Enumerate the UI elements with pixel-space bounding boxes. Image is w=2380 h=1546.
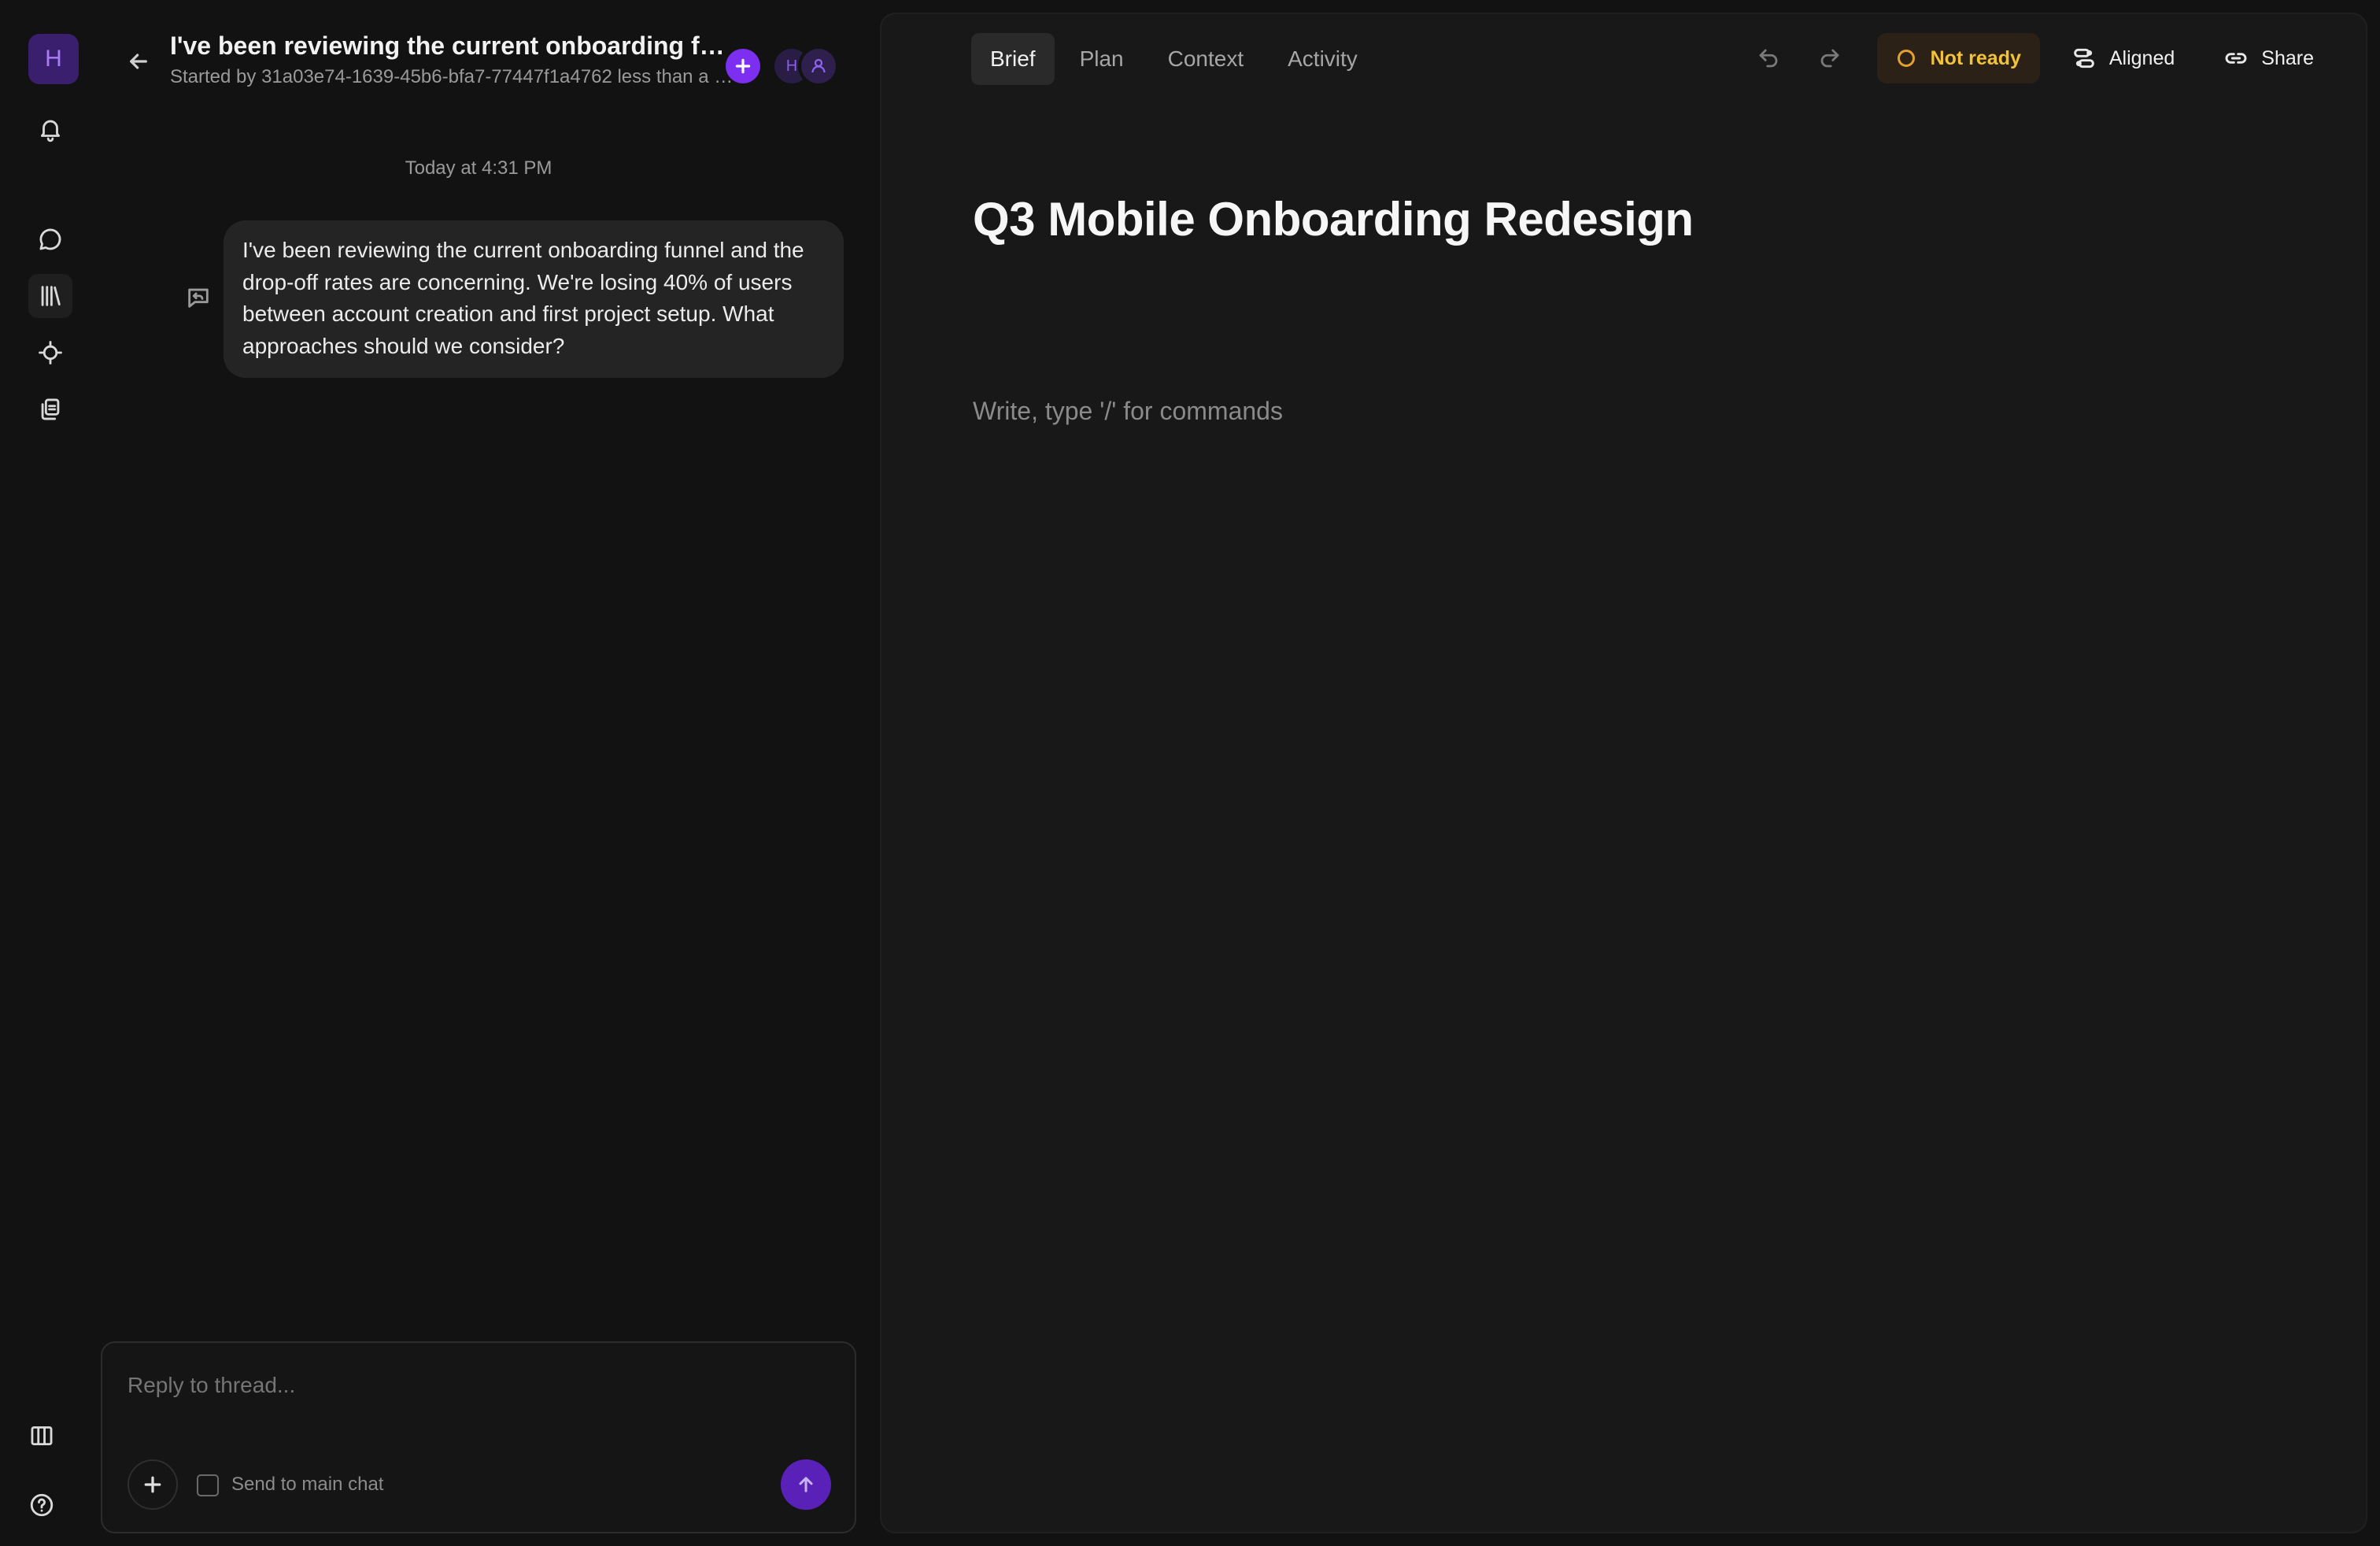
arrow-left-icon [130,54,147,69]
back-button[interactable] [116,39,161,83]
send-to-main-label: Send to main chat [231,1474,384,1495]
share-label: Share [2261,46,2314,69]
send-to-main-checkbox[interactable] [197,1474,219,1496]
thread-title: I've been reviewing the current onboardi… [170,31,737,60]
tab-plan[interactable]: Plan [1061,33,1143,85]
library-button[interactable] [28,274,72,318]
message-bubble: I've been reviewing the current onboardi… [224,220,844,378]
arrow-up-icon [799,1477,813,1492]
aligned-label: Aligned [2108,46,2175,69]
document-toolbar: Not ready Aligned Share [1745,33,2331,83]
share-button[interactable]: Share [2206,33,2331,83]
participant-avatars[interactable]: H [771,46,850,87]
chats-button[interactable] [28,217,72,261]
chat-bubble-icon [39,228,61,250]
undo-icon [1759,49,1777,68]
status-badge[interactable]: Not ready [1876,33,2040,83]
tab-activity[interactable]: Activity [1269,33,1377,85]
icon-rail: H [0,0,101,1546]
undo-button[interactable] [1745,35,1792,82]
avatar [798,46,839,87]
reply-input[interactable] [128,1373,820,1398]
send-button[interactable] [781,1459,831,1510]
reply-in-thread-icon[interactable] [183,282,214,313]
thread-panel: I've been reviewing the current onboardi… [101,0,878,1546]
thread-subtitle: Started by 31a03e74-1639-45b6-bfa7-77447… [170,66,737,87]
status-circle-icon [1897,50,1915,67]
alignment-icon [2074,48,2094,68]
plus-icon [735,58,751,74]
redo-button[interactable] [1806,35,1853,82]
help-button[interactable] [20,1483,64,1527]
tab-context[interactable]: Context [1149,33,1263,85]
attach-button[interactable] [128,1459,178,1510]
document-tabs: Brief Plan Context Activity [971,33,1377,85]
workspace-avatar[interactable]: H [28,34,79,84]
document-title[interactable]: Q3 Mobile Onboarding Redesign [973,192,1694,246]
tab-brief[interactable]: Brief [971,33,1055,85]
columns-icon [31,1426,53,1446]
crosshair-icon [39,341,62,364]
notifications-button[interactable] [28,107,72,151]
add-participant-button[interactable] [726,49,760,83]
document-body-placeholder[interactable]: Write, type '/' for commands [973,397,1283,426]
bell-icon [40,120,61,142]
reply-composer: Send to main chat [101,1341,856,1533]
plus-icon [144,1476,161,1493]
aligned-button[interactable]: Aligned [2054,33,2192,83]
focus-button[interactable] [28,331,72,375]
toggle-layout-button[interactable] [20,1414,64,1458]
help-circle-icon [30,1493,54,1517]
message-date: Today at 4:31 PM [405,157,552,179]
copy-documents-icon [41,398,60,420]
documents-button[interactable] [28,387,72,431]
link-icon [2225,53,2247,64]
redo-icon [1820,49,1839,68]
user-icon [811,58,826,73]
status-label: Not ready [1930,46,2021,69]
document-panel: Brief Plan Context Activity Not ready Al… [880,13,2367,1533]
library-icon [41,286,61,306]
